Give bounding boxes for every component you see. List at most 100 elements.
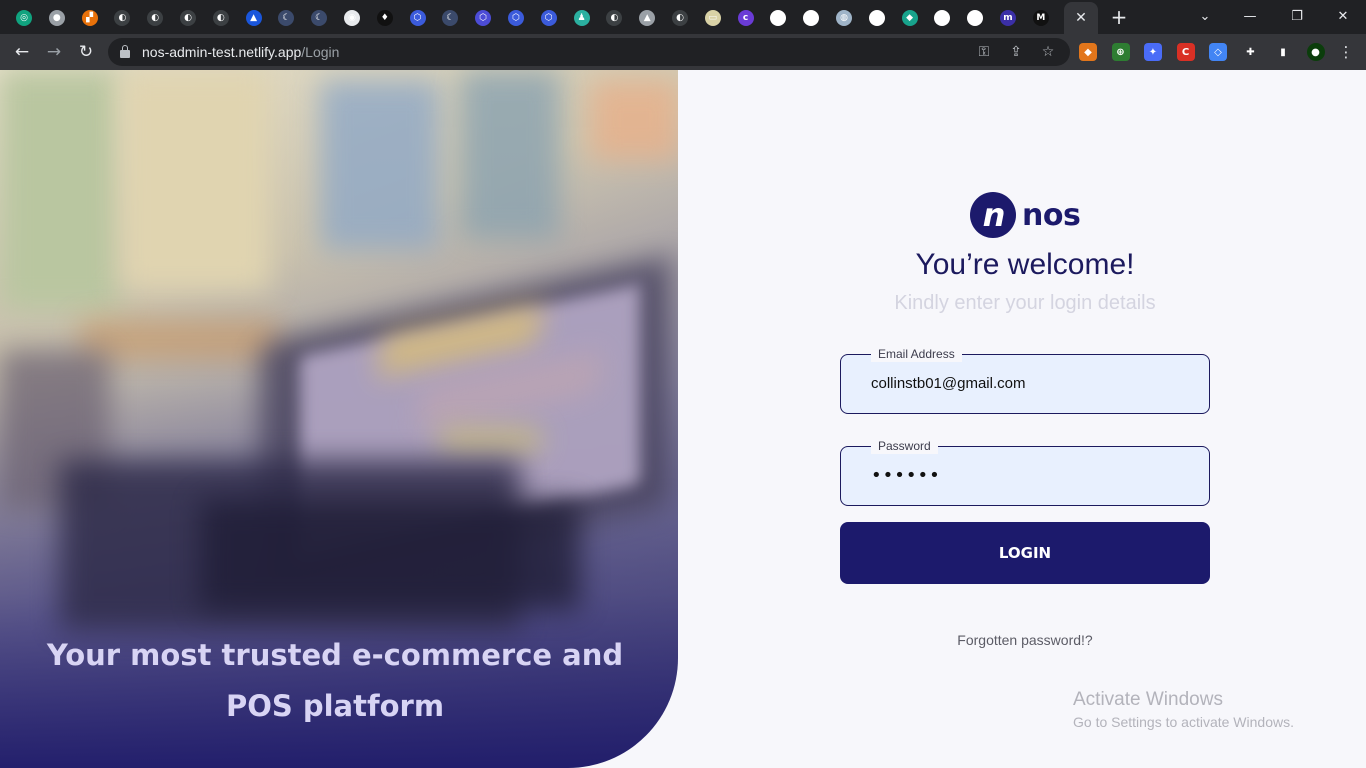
hexagon-icon: ⬡ xyxy=(409,10,426,26)
browser-tab[interactable]: ◐ xyxy=(139,4,171,32)
browser-tab[interactable]: ⬡ xyxy=(402,4,434,32)
reload-button[interactable]: ↻ xyxy=(74,40,98,64)
chrome-icon: ◉ xyxy=(344,10,360,26)
bookmark-star-icon[interactable]: ☆ xyxy=(1038,42,1058,62)
new-tab-button[interactable]: + xyxy=(1108,5,1130,29)
tab-search-icon[interactable]: ⌄ xyxy=(1193,5,1217,27)
moon-icon: ☾ xyxy=(278,10,295,26)
logo-letter: n xyxy=(982,196,1006,234)
globe-icon: ◒ xyxy=(934,10,951,26)
browser-tab[interactable]: ◍ xyxy=(828,4,860,32)
browser-tab[interactable]: ☾ xyxy=(303,4,335,32)
m-logo-icon: M xyxy=(1032,10,1049,26)
nos-logo-mark: n xyxy=(970,192,1016,238)
password-label: Password xyxy=(871,438,938,454)
browser-tab[interactable]: m xyxy=(992,4,1024,32)
address-bar[interactable]: nos-admin-test.netlify.app/Login ⚿ ⇪ ☆ xyxy=(108,38,1070,66)
tab-strip: ◎ ● ▞ ◐ ◐ ◐ ◐ ▲ ☾ ☾ ◉ ♦ ⬡ ☾ ⬡ ⬡ ⬡ ♟ ◐ ▲ ◐ ▭ c ◒ ◒ ◍ ◒ ◆ ◒ ◒ m M ✕ + ⌄ —… xyxy=(0,0,1366,34)
login-subtitle: Kindly enter your login details xyxy=(894,292,1156,314)
browser-tab[interactable]: ♟ xyxy=(566,4,598,32)
activate-windows-watermark: Activate Windows Go to Settings to activ… xyxy=(1073,689,1294,730)
watermark-title: Activate Windows xyxy=(1073,689,1223,710)
sidepanel-icon[interactable]: ▮ xyxy=(1274,43,1292,61)
sail-icon: ▲ xyxy=(639,10,656,26)
minimize-button[interactable]: — xyxy=(1238,5,1262,27)
github-icon: ◐ xyxy=(606,10,623,26)
browser-toolbar: ← → ↻ nos-admin-test.netlify.app/Login ⚿… xyxy=(0,34,1366,70)
globe-icon: ● xyxy=(48,10,65,26)
browser-tab[interactable]: c xyxy=(730,4,762,32)
logo-text: nos xyxy=(1022,197,1081,233)
login-button[interactable]: LOGIN xyxy=(840,522,1210,584)
lock-icon[interactable] xyxy=(120,45,130,58)
browser-tab[interactable]: ◐ xyxy=(172,4,204,32)
password-field[interactable]: Password •••••• xyxy=(840,438,1210,506)
email-field[interactable]: Email Address collinstb01@gmail.com xyxy=(840,346,1210,414)
browser-tab[interactable]: ◒ xyxy=(959,4,991,32)
restore-button[interactable]: ❐ xyxy=(1285,5,1309,27)
satellite-icon[interactable]: ✦ xyxy=(1144,43,1162,61)
browser-tab[interactable]: ◉ xyxy=(336,4,368,32)
moon-icon: ☾ xyxy=(442,10,459,26)
triangle-logo-icon: ▲ xyxy=(245,10,262,26)
m-logo-icon: m xyxy=(1000,10,1016,26)
browser-tab[interactable]: ⬡ xyxy=(500,4,532,32)
ethereum-icon: ♦ xyxy=(376,10,393,26)
active-tab[interactable]: ✕ xyxy=(1064,2,1098,34)
url-text[interactable]: nos-admin-test.netlify.app/Login xyxy=(142,44,339,60)
watermark-subtitle: Go to Settings to activate Windows. xyxy=(1073,714,1294,730)
browser-tab[interactable]: ♦ xyxy=(369,4,401,32)
browser-tab[interactable]: ▞ xyxy=(74,4,106,32)
globe-icon: ◒ xyxy=(967,10,984,26)
browser-tab[interactable]: ◒ xyxy=(861,4,893,32)
globe-icon: ◒ xyxy=(868,10,885,26)
browser-tab[interactable]: M xyxy=(1025,4,1057,32)
browser-tab[interactable]: ▲ xyxy=(631,4,663,32)
email-value[interactable]: collinstb01@gmail.com xyxy=(871,375,1025,392)
browser-tab[interactable]: ⬡ xyxy=(467,4,499,32)
github-icon: ◐ xyxy=(180,10,196,26)
browser-tab[interactable]: ◎ xyxy=(8,4,40,32)
openai-icon: ◎ xyxy=(16,10,32,26)
key-icon[interactable]: ⚿ xyxy=(974,42,994,62)
browser-tab[interactable]: ◐ xyxy=(598,4,630,32)
browser-tab[interactable]: ◆ xyxy=(894,4,926,32)
person-icon: ♟ xyxy=(573,10,590,26)
password-value[interactable]: •••••• xyxy=(871,465,941,486)
browser-tab[interactable]: ⬡ xyxy=(533,4,565,32)
browser-tab[interactable]: ◒ xyxy=(795,4,827,32)
welcome-title: You’re welcome! xyxy=(915,248,1135,281)
hexagon-icon: ⬡ xyxy=(475,10,492,26)
drop-icon[interactable]: ◇ xyxy=(1209,43,1227,61)
browser-tab[interactable]: ◐ xyxy=(205,4,237,32)
elephant-icon: ◍ xyxy=(836,10,852,26)
forward-button[interactable]: → xyxy=(42,40,66,64)
browser-tab[interactable]: ◐ xyxy=(106,4,138,32)
puzzle-icon[interactable]: ✚ xyxy=(1241,43,1260,61)
tab-close-icon[interactable]: ✕ xyxy=(1075,10,1087,26)
browser-tab[interactable]: ☾ xyxy=(270,4,302,32)
green-circle-icon[interactable]: ⊕ xyxy=(1111,43,1130,61)
back-button[interactable]: ← xyxy=(10,40,34,64)
browser-tab[interactable]: ◒ xyxy=(926,4,958,32)
close-window-button[interactable]: ✕ xyxy=(1331,5,1355,27)
red-shield-icon[interactable]: C xyxy=(1176,43,1195,61)
share-icon[interactable]: ⇪ xyxy=(1006,42,1026,62)
github-icon: ◐ xyxy=(672,10,688,26)
browser-tab[interactable]: ◐ xyxy=(664,4,696,32)
menu-icon[interactable]: ⋮ xyxy=(1334,40,1358,64)
moon-icon: ☾ xyxy=(311,10,328,26)
browser-tab[interactable]: ☾ xyxy=(434,4,466,32)
browser-tab[interactable]: ▲ xyxy=(238,4,270,32)
grid-logo-icon: ▞ xyxy=(81,10,98,26)
avatar-icon[interactable]: ● xyxy=(1306,43,1325,61)
browser-tab[interactable]: ◒ xyxy=(762,4,794,32)
email-label: Email Address xyxy=(871,346,962,362)
globe-icon: ◒ xyxy=(770,10,787,26)
forgot-password-link[interactable]: Forgotten password!? xyxy=(840,632,1210,648)
card-icon: ▭ xyxy=(704,10,721,26)
metamask-icon[interactable]: ◆ xyxy=(1079,43,1097,61)
diamond-logo-icon: ◆ xyxy=(901,10,918,26)
browser-tab[interactable]: ▭ xyxy=(697,4,729,32)
browser-tab[interactable]: ● xyxy=(41,4,73,32)
